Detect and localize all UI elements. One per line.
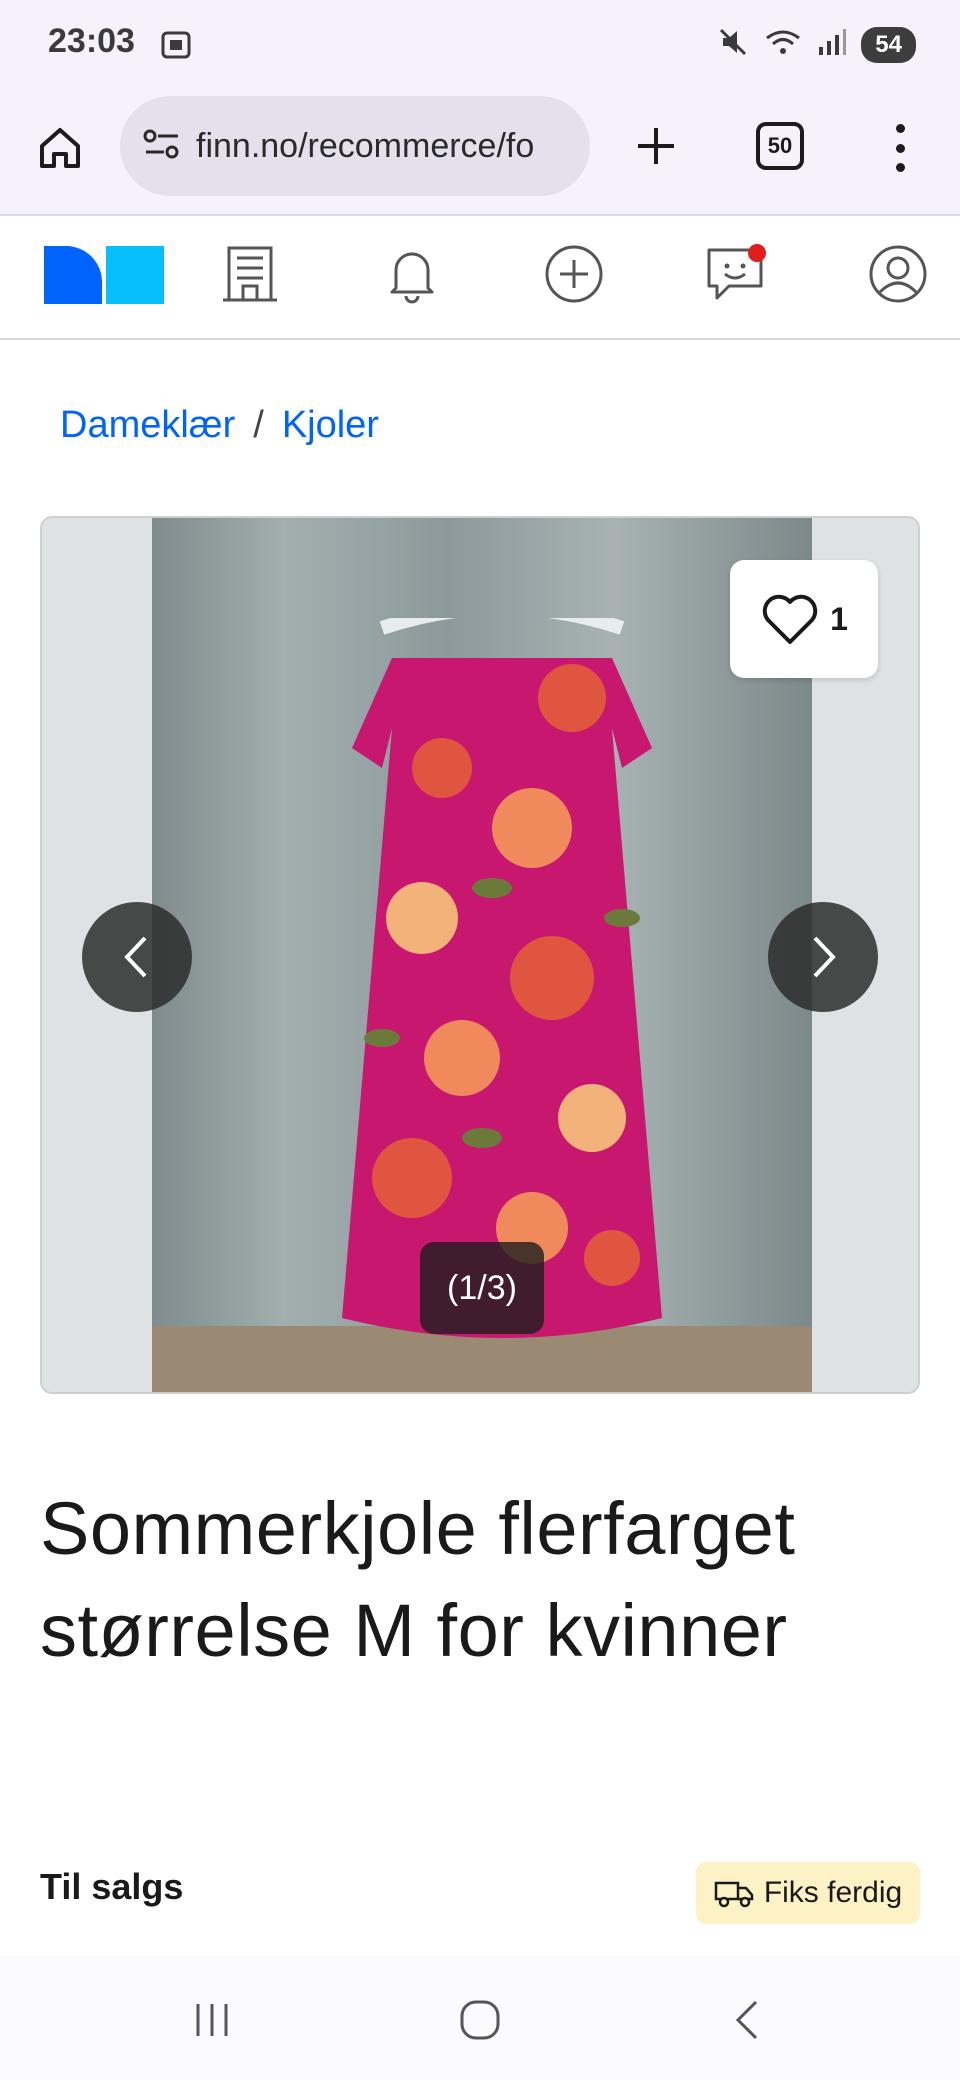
recent-apps-icon [196,2004,228,2036]
home-circle-icon [460,2000,500,2040]
next-image-button[interactable] [768,902,878,1012]
favorite-button[interactable]: 1 [730,560,878,678]
profile-icon [869,245,927,303]
site-settings-icon[interactable] [142,126,182,167]
mute-icon [717,26,749,63]
profile-nav-button[interactable] [866,242,930,306]
breadcrumb: Dameklær / Kjoler [60,404,379,447]
favorite-count: 1 [830,600,848,637]
home-system-button[interactable] [450,1990,510,2050]
plus-icon [638,128,674,164]
messages-nav-button[interactable] [704,242,768,306]
menu-dot [895,163,905,172]
tab-switcher-button[interactable]: 50 [756,122,804,170]
chevron-right-icon [813,936,836,978]
status-time: 23:03 [48,22,135,60]
home-button[interactable] [32,118,88,178]
company-nav-button[interactable] [218,242,282,306]
logo-shape-left [44,246,102,304]
wifi-icon [763,26,803,63]
image-counter: (1/3) [420,1242,544,1334]
recent-apps-button[interactable] [182,1990,242,2050]
shipping-badge: Fiks ferdig [696,1862,920,1924]
new-ad-nav-button[interactable] [542,242,606,306]
screen-capture-icon [160,30,192,65]
logo-shape-right [106,246,164,304]
back-chevron-icon [735,2000,758,2040]
status-bar: 23:03 54 [0,0,960,92]
home-icon [40,128,80,168]
url-text: finn.no/recommerce/fo [196,126,535,165]
listing-status: Til salgs [40,1866,184,1907]
battery-indicator: 54 [861,26,916,63]
truck-icon [714,1881,754,1908]
system-navigation-bar [0,1956,960,2080]
breadcrumb-link-dameklaer[interactable]: Dameklær [60,404,235,447]
heart-icon [762,594,818,644]
browser-toolbar: finn.no/recommerce/fo 50 [0,92,960,216]
back-system-button[interactable] [718,1990,778,2050]
chevron-left-icon [124,936,147,978]
image-gallery[interactable]: 1 (1/3) [40,516,920,1394]
address-bar[interactable]: finn.no/recommerce/fo [120,96,590,196]
browser-menu-button[interactable] [880,118,920,178]
listing-title: Sommerkjole flerfarget størrelse M for k… [40,1487,796,1672]
breadcrumb-separator: / [253,404,264,446]
new-tab-button[interactable] [626,116,686,176]
menu-dot [895,124,905,133]
signal-icon [817,27,847,62]
add-circle-icon [545,245,603,303]
notifications-nav-button[interactable] [380,242,444,306]
site-navigation [0,216,960,340]
notification-dot [748,244,766,262]
bell-icon [390,252,434,304]
shipping-badge-label: Fiks ferdig [763,1876,903,1909]
breadcrumb-link-kjoler[interactable]: Kjoler [282,404,379,447]
building-icon [223,246,277,302]
status-icons: 54 [717,26,916,63]
previous-image-button[interactable] [82,902,192,1012]
finn-logo[interactable] [44,246,166,306]
menu-dot [895,143,905,153]
